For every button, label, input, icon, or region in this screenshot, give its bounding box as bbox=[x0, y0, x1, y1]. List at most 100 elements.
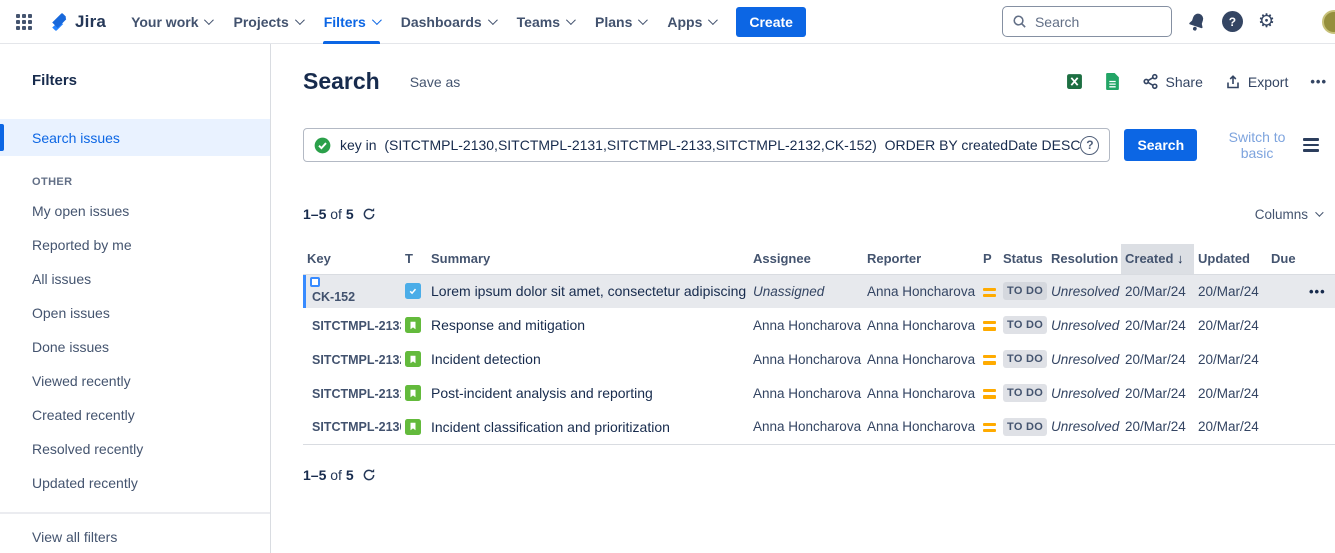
chevron-down-icon bbox=[708, 15, 718, 25]
issue-row-sitctmpl-2133[interactable]: SITCTMPL-2133 Response and mitigation Anna… bbox=[303, 308, 1335, 342]
column-header-created[interactable]: Created ↓ bbox=[1121, 244, 1194, 274]
column-header-t[interactable]: T bbox=[401, 244, 427, 274]
columns-dropdown[interactable]: Columns bbox=[1255, 207, 1321, 222]
nav-item-teams[interactable]: Teams bbox=[506, 0, 584, 44]
updated-cell: 20/Mar/24 bbox=[1194, 376, 1267, 410]
nav-item-apps[interactable]: Apps bbox=[656, 0, 726, 44]
excel-export-icon[interactable] bbox=[1066, 73, 1083, 90]
switch-to-basic-link[interactable]: Switch to basic bbox=[1213, 129, 1301, 161]
app-switcher-button[interactable] bbox=[10, 14, 38, 30]
issue-row-sitctmpl-2131[interactable]: SITCTMPL-2131 Post-incident analysis and … bbox=[303, 376, 1335, 410]
issue-summary-link[interactable]: Post-incident analysis and reporting bbox=[431, 385, 653, 401]
issue-key-link[interactable]: SITCTMPL-2133 bbox=[307, 319, 401, 333]
resolution-cell: Unresolved bbox=[1047, 274, 1121, 308]
jira-logo-icon bbox=[48, 11, 70, 33]
nav-item-projects[interactable]: Projects bbox=[222, 0, 312, 44]
issue-summary-link[interactable]: Response and mitigation bbox=[431, 317, 585, 333]
issue-row-sitctmpl-2132[interactable]: SITCTMPL-2132 Incident detection Anna Honc… bbox=[303, 342, 1335, 376]
nav-item-filters[interactable]: Filters bbox=[313, 0, 390, 44]
resolution-cell: Unresolved bbox=[1047, 376, 1121, 410]
results-count-bottom: 1–5 of 5 bbox=[303, 467, 376, 483]
topnav-right-actions: ? ⚙ bbox=[1002, 6, 1335, 37]
column-header-due[interactable]: Due bbox=[1267, 244, 1305, 274]
chevron-down-icon bbox=[1315, 208, 1323, 216]
settings-gear-icon[interactable]: ⚙ bbox=[1258, 12, 1275, 31]
column-header-updated[interactable]: Updated bbox=[1194, 244, 1267, 274]
header-actions: Share Export ••• bbox=[1066, 73, 1327, 90]
global-search-input[interactable] bbox=[1035, 14, 1145, 30]
issue-summary-link[interactable]: Incident detection bbox=[431, 351, 541, 367]
sidebar-item-done-issues[interactable]: Done issues bbox=[0, 330, 270, 364]
column-header-summary[interactable]: Summary bbox=[427, 244, 749, 274]
syntax-help-icon[interactable]: ? bbox=[1080, 136, 1099, 155]
sort-desc-icon: ↓ bbox=[1173, 251, 1183, 266]
jql-options-menu-icon[interactable] bbox=[1301, 136, 1321, 153]
sidebar-item-open-issues[interactable]: Open issues bbox=[0, 296, 270, 330]
sidebar-filter-list: My open issuesReported by meAll issuesOp… bbox=[0, 194, 270, 500]
sidebar-item-search-issues[interactable]: Search issues bbox=[0, 119, 270, 156]
sidebar-item-all-issues[interactable]: All issues bbox=[0, 262, 270, 296]
column-header-actions bbox=[1305, 244, 1335, 274]
due-cell bbox=[1267, 274, 1305, 308]
jira-logo[interactable]: Jira bbox=[48, 11, 106, 33]
column-header-assignee[interactable]: Assignee bbox=[749, 244, 863, 274]
chevron-down-icon bbox=[566, 15, 576, 25]
nav-item-plans[interactable]: Plans bbox=[584, 0, 656, 44]
created-cell: 20/Mar/24 bbox=[1121, 274, 1194, 308]
page-title: Search bbox=[303, 68, 380, 95]
share-button[interactable]: Share bbox=[1142, 73, 1203, 90]
due-cell bbox=[1267, 308, 1305, 342]
issue-row-ck-152[interactable]: CK-152 Lorem ipsum dolor sit amet, consec… bbox=[303, 274, 1335, 308]
issue-row-sitctmpl-2130[interactable]: SITCTMPL-2130 Incident classification and… bbox=[303, 410, 1335, 444]
refresh-icon[interactable] bbox=[362, 468, 376, 482]
sidebar-item-reported-by-me[interactable]: Reported by me bbox=[0, 228, 270, 262]
chevron-down-icon bbox=[372, 15, 382, 25]
resolution-cell: Unresolved bbox=[1047, 410, 1121, 444]
chevron-down-icon bbox=[488, 15, 498, 25]
issue-key-link[interactable]: SITCTMPL-2132 bbox=[307, 353, 401, 367]
jql-search-button[interactable]: Search bbox=[1124, 129, 1197, 161]
sidebar-item-updated-recently[interactable]: Updated recently bbox=[0, 466, 270, 500]
issue-summary-link[interactable]: Lorem ipsum dolor sit amet, consectetur … bbox=[431, 283, 749, 299]
due-cell bbox=[1267, 410, 1305, 444]
reporter-cell: Anna Honcharova bbox=[863, 308, 979, 342]
filters-sidebar: Filters Search issues OTHER My open issu… bbox=[0, 44, 271, 553]
more-actions-icon[interactable]: ••• bbox=[1310, 74, 1327, 89]
sidebar-item-my-open-issues[interactable]: My open issues bbox=[0, 194, 270, 228]
column-header-key[interactable]: Key bbox=[303, 244, 401, 274]
sidebar-item-view-all-filters[interactable]: View all filters bbox=[0, 514, 270, 553]
column-header-status[interactable]: Status bbox=[999, 244, 1047, 274]
jql-valid-check-icon bbox=[314, 137, 331, 154]
issue-key-link[interactable]: SITCTMPL-2130 bbox=[307, 420, 401, 434]
priority-medium-icon bbox=[983, 288, 996, 297]
column-header-resolution[interactable]: Resolution bbox=[1047, 244, 1121, 274]
export-button[interactable]: Export bbox=[1225, 74, 1288, 90]
nav-item-your-work[interactable]: Your work bbox=[120, 0, 222, 44]
table-header-row: KeyTSummaryAssigneeReporterPStatusResolu… bbox=[303, 244, 1335, 274]
google-sheets-export-icon[interactable] bbox=[1105, 73, 1120, 90]
notifications-bell-icon[interactable] bbox=[1187, 12, 1207, 32]
sidebar-item-resolved-recently[interactable]: Resolved recently bbox=[0, 432, 270, 466]
jql-query-input[interactable]: key in (SITCTMPL-2130,SITCTMPL-2131,SITC… bbox=[303, 128, 1110, 162]
help-icon[interactable]: ? bbox=[1222, 11, 1243, 32]
sidebar-item-viewed-recently[interactable]: Viewed recently bbox=[0, 364, 270, 398]
row-more-actions-icon[interactable]: ••• bbox=[1309, 284, 1326, 299]
column-header-reporter[interactable]: Reporter bbox=[863, 244, 979, 274]
issue-summary-link[interactable]: Incident classification and prioritizati… bbox=[431, 419, 670, 435]
row-checkbox[interactable] bbox=[310, 277, 320, 287]
sidebar-item-created-recently[interactable]: Created recently bbox=[0, 398, 270, 432]
save-as-button[interactable]: Save as bbox=[410, 74, 461, 90]
issue-key-link[interactable]: SITCTMPL-2131 bbox=[307, 387, 401, 401]
nav-item-dashboards[interactable]: Dashboards bbox=[390, 0, 506, 44]
column-header-p[interactable]: P bbox=[979, 244, 999, 274]
results-count-top: 1–5 of 5 bbox=[303, 206, 376, 222]
resolution-cell: Unresolved bbox=[1047, 342, 1121, 376]
priority-medium-icon bbox=[983, 389, 996, 398]
assignee-cell: Anna Honcharova bbox=[749, 342, 863, 376]
refresh-icon[interactable] bbox=[362, 207, 376, 221]
share-icon bbox=[1142, 73, 1159, 90]
create-button[interactable]: Create bbox=[736, 7, 806, 37]
status-badge: TO DO bbox=[1003, 418, 1047, 436]
issue-key-link[interactable]: CK-152 bbox=[307, 290, 355, 304]
global-search[interactable] bbox=[1002, 6, 1172, 37]
